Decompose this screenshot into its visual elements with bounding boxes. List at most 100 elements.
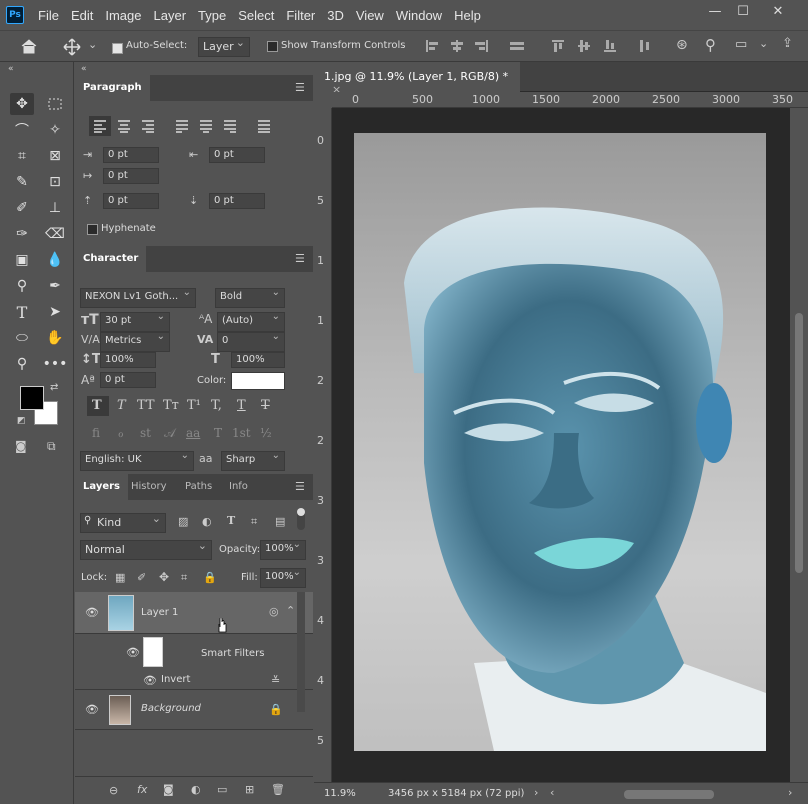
subscript-button[interactable]: T, — [211, 398, 222, 413]
lasso-tool[interactable]: ⌒ — [10, 119, 34, 141]
zoom-level[interactable]: 11.9% — [324, 788, 356, 799]
font-size-select[interactable]: 30 pt — [100, 311, 170, 332]
small-caps-button[interactable]: Tт — [163, 398, 179, 413]
menu-help[interactable]: Help — [448, 8, 487, 23]
tab-character[interactable]: Character — [75, 246, 147, 272]
filter-shape-icon[interactable]: ⌗ — [251, 515, 257, 529]
lock-artboard-icon[interactable]: ⌗ — [181, 571, 187, 585]
quick-mask-icon[interactable]: ◙ — [15, 439, 27, 453]
filter-adjustment-icon[interactable]: ◐ — [202, 515, 212, 528]
close-window-button[interactable]: ✕ — [767, 4, 789, 22]
collapse-panels-icon[interactable]: « — [81, 64, 87, 74]
collapse-toolbar-icon[interactable]: « — [8, 64, 14, 74]
language-select[interactable]: English: UK — [80, 450, 194, 471]
lock-all-icon[interactable]: 🔒 — [203, 571, 217, 584]
show-transform-checkbox[interactable] — [267, 41, 278, 52]
layers-menu-icon[interactable]: ☰ — [295, 480, 305, 493]
tracking-select[interactable]: 0 — [217, 331, 285, 352]
history-brush-tool[interactable]: ✑ — [10, 223, 34, 245]
tab-paths[interactable]: Paths — [177, 474, 220, 500]
maximize-button[interactable]: ☐ — [732, 4, 754, 22]
smart-filters-eye-icon[interactable]: 👁 — [126, 646, 140, 659]
underline-button[interactable]: T — [237, 398, 246, 413]
menu-select[interactable]: Select — [232, 8, 280, 23]
marquee-tool[interactable] — [43, 93, 67, 115]
new-adjustment-icon[interactable]: ◐ — [191, 783, 201, 796]
filter-type-icon[interactable]: T — [227, 514, 235, 527]
layer-row-background[interactable]: 👁 Background 🔒 — [75, 690, 313, 730]
horizontal-scroll-thumb[interactable] — [624, 790, 714, 799]
new-group-icon[interactable]: ▭ — [217, 783, 227, 796]
distribute-icons[interactable] — [550, 38, 660, 54]
titling-alternates-button[interactable]: T — [214, 426, 222, 440]
filter-options-icon[interactable]: ≚ — [271, 674, 280, 687]
filter-smart-object-icon[interactable]: ▤ — [275, 515, 285, 528]
tab-info[interactable]: Info — [221, 474, 256, 500]
tab-paragraph[interactable]: Paragraph — [75, 75, 150, 101]
type-tool[interactable]: T — [10, 301, 34, 323]
all-caps-button[interactable]: TT — [137, 398, 155, 413]
horizontal-scale-input[interactable]: 100% — [231, 352, 285, 368]
status-expand-icon[interactable]: › — [534, 786, 538, 799]
anti-aliasing-select[interactable]: Sharp — [221, 450, 285, 471]
fill-input[interactable]: 100% — [260, 567, 306, 588]
screen-mode-icon[interactable]: ⧉ — [47, 439, 56, 454]
lock-position-icon[interactable]: ✥ — [159, 570, 169, 584]
ligatures-button[interactable]: fi — [92, 426, 100, 440]
leading-select[interactable]: (Auto) — [217, 311, 285, 332]
vertical-scrollbar[interactable] — [790, 108, 808, 786]
scroll-right-icon[interactable]: › — [788, 786, 792, 799]
delete-layer-icon[interactable]: 🗑 — [271, 783, 285, 796]
strikethrough-button[interactable]: T — [261, 398, 270, 413]
filter-pixel-icon[interactable]: ▨ — [178, 515, 188, 528]
indent-right-input[interactable]: 0 pt — [209, 147, 265, 163]
chevron-down-icon[interactable]: ⌄ — [88, 38, 97, 51]
menu-file[interactable]: File — [32, 8, 65, 23]
eyedropper-tool[interactable]: ✎ — [10, 171, 34, 193]
lock-transparent-icon[interactable]: ▦ — [115, 571, 125, 584]
discretionary-ligatures-button[interactable]: st — [140, 426, 151, 440]
menu-window[interactable]: Window — [390, 8, 448, 23]
opacity-input[interactable]: 100% — [260, 539, 306, 560]
new-layer-icon[interactable]: ⊞ — [245, 783, 254, 796]
workspace-icon[interactable]: ▭ — [735, 37, 747, 52]
frame-tool[interactable]: ⊠ — [43, 145, 67, 167]
gradient-tool[interactable]: ▣ — [10, 249, 34, 271]
workspace-chevron-icon[interactable]: ⌄ — [759, 37, 768, 50]
clone-stamp-tool[interactable]: ⊥ — [43, 197, 67, 219]
default-colors-icon[interactable]: ◩ — [17, 416, 26, 426]
path-selection-tool[interactable]: ➤ — [43, 301, 67, 323]
ordinals-button[interactable]: 1st — [232, 426, 251, 440]
minimize-button[interactable]: — — [704, 4, 726, 22]
spot-healing-tool[interactable]: ⊡ — [43, 171, 67, 193]
auto-select-checkbox[interactable] — [112, 42, 123, 54]
menu-filter[interactable]: Filter — [280, 8, 321, 23]
old-style-button[interactable]: ℴ — [118, 426, 124, 440]
document-canvas[interactable] — [354, 133, 766, 751]
text-color-swatch[interactable] — [231, 372, 285, 390]
3d-mode-icon[interactable]: ⊛ — [676, 37, 688, 53]
blend-mode-select[interactable]: Normal — [80, 539, 212, 560]
space-after-input[interactable]: 0 pt — [209, 193, 265, 209]
lock-pixels-icon[interactable]: ✐ — [137, 571, 146, 584]
add-mask-icon[interactable]: ◙ — [163, 783, 174, 796]
paragraph-align-buttons[interactable] — [89, 116, 279, 136]
swash-button[interactable]: 𝒜 — [164, 426, 175, 441]
align-icons[interactable] — [424, 38, 534, 54]
menu-view[interactable]: View — [350, 8, 390, 23]
faux-bold-button[interactable]: T — [92, 398, 102, 413]
document-tab[interactable]: 1.jpg @ 11.9% (Layer 1, RGB/8) * × — [314, 62, 520, 96]
layers-scrollbar[interactable] — [297, 592, 305, 712]
tab-layers[interactable]: Layers — [75, 474, 128, 500]
more-tools-icon[interactable]: ••• — [43, 353, 68, 375]
scroll-left-icon[interactable]: ‹ — [550, 786, 554, 799]
stylistic-alternates-button[interactable]: aa — [186, 426, 200, 440]
layer-row-layer1[interactable]: 👁 Layer 1 ◎ ⌃ — [75, 592, 313, 634]
hyphenate-checkbox[interactable] — [87, 224, 98, 235]
hand-tool[interactable]: ✋ — [43, 327, 67, 349]
auto-select-dropdown[interactable]: Layer — [198, 36, 250, 57]
magic-wand-tool[interactable]: ✧ — [43, 119, 67, 141]
font-family-select[interactable]: NEXON Lv1 Goth... — [80, 287, 196, 308]
indent-first-line-input[interactable]: 0 pt — [103, 168, 159, 184]
eraser-tool[interactable]: ⌫ — [43, 223, 67, 245]
